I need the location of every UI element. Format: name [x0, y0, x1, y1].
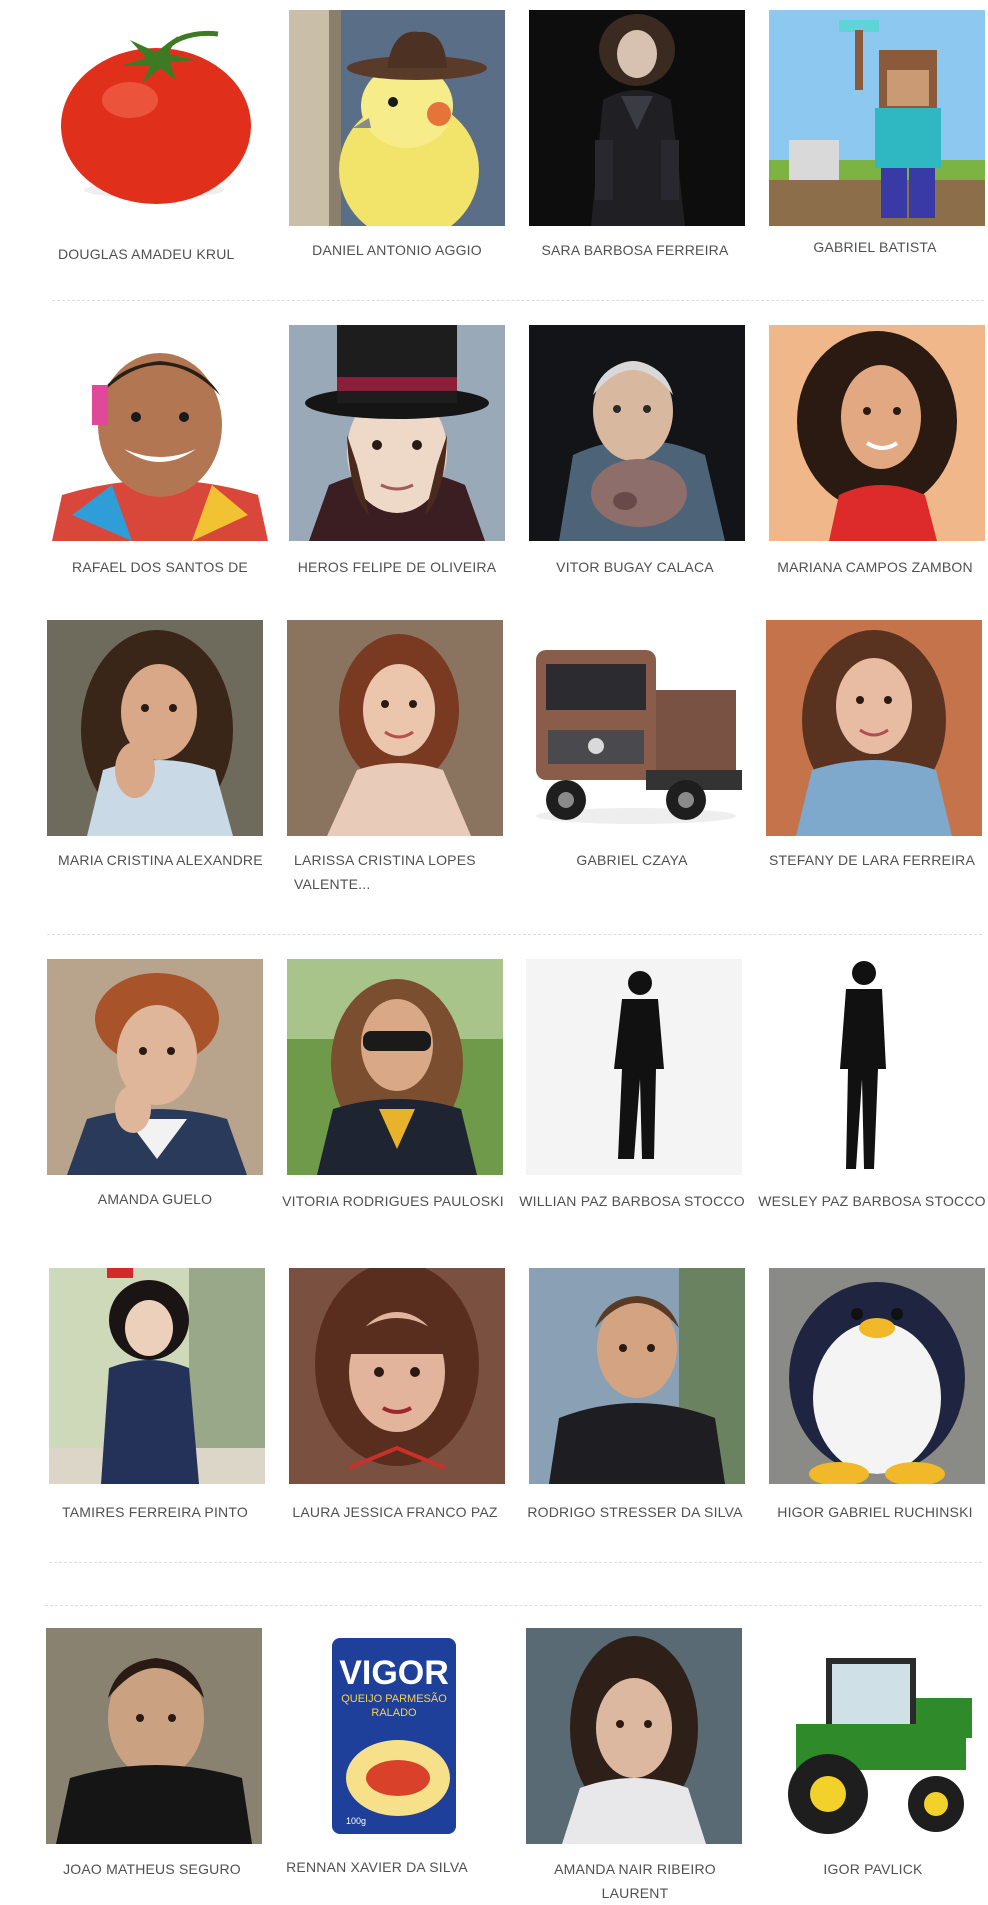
person-name[interactable]: SARA BARBOSA FERREIRA [520, 238, 750, 262]
cockatiel-with-hat-image[interactable] [289, 10, 505, 226]
vigor-line2-text: RALADO [371, 1707, 417, 1719]
smiling-man-colorful-shirt-image[interactable] [52, 325, 268, 541]
man-silhouette-walking-image[interactable] [766, 959, 982, 1175]
man-dark-shirt-portrait-image[interactable] [46, 1628, 262, 1844]
woman-dark-gown-image[interactable] [529, 10, 745, 226]
person-name[interactable]: WILLIAN PAZ BARBOSA STOCCO [517, 1189, 747, 1213]
vigor-parmesan-package-image[interactable]: VIGOR QUEIJO PARMESÃO RALADO 100g [286, 1628, 502, 1844]
truck-image[interactable] [526, 620, 742, 836]
person-name[interactable]: HEROS FELIPE DE OLIVEIRA [282, 555, 512, 579]
person-name[interactable]: LARISSA CRISTINA LOPES VALENTE... [294, 848, 494, 896]
older-woman-red-hair-image[interactable] [47, 959, 263, 1175]
person-name[interactable]: STEFANY DE LARA FERREIRA [757, 848, 987, 872]
person-name[interactable]: RODRIGO STRESSER DA SILVA [520, 1500, 750, 1524]
person-name[interactable]: TAMIRES FERREIRA PINTO [40, 1500, 270, 1524]
person-name[interactable]: JOAO MATHEUS SEGURO [37, 1857, 267, 1881]
person-name[interactable]: DANIEL ANTONIO AGGIO [282, 238, 512, 262]
woman-curly-hair-red-top-image[interactable] [769, 325, 985, 541]
girl-in-hallway-image[interactable] [49, 1268, 265, 1484]
woman-denim-jacket-image[interactable] [766, 620, 982, 836]
person-name[interactable]: GABRIEL BATISTA [760, 235, 988, 259]
young-woman-portrait-image[interactable] [526, 1628, 742, 1844]
person-name[interactable]: AMANDA NAIR RIBEIRO LAURENT [520, 1857, 750, 1905]
person-name[interactable]: AMANDA GUELO [40, 1187, 270, 1211]
row-divider [52, 300, 984, 301]
penguin-plush-image[interactable] [769, 1268, 985, 1484]
person-name[interactable]: MARIANA CAMPOS ZAMBON [760, 555, 988, 579]
row-divider [47, 934, 982, 935]
person-name[interactable]: HIGOR GABRIEL RUCHINSKI [760, 1500, 988, 1524]
older-man-with-pig-image[interactable] [529, 325, 745, 541]
woman-sunglasses-image[interactable] [287, 959, 503, 1175]
man-silhouette-image[interactable] [526, 959, 742, 1175]
person-name[interactable]: GABRIEL CZAYA [517, 848, 747, 872]
green-tractor-image[interactable] [766, 1628, 982, 1844]
person-name[interactable]: MARIA CRISTINA ALEXANDRE [58, 848, 290, 872]
person-name[interactable]: WESLEY PAZ BARBOSA STOCCO [757, 1189, 987, 1213]
person-name[interactable]: RENNAN XAVIER DA SILVA [262, 1855, 492, 1879]
person-name[interactable]: DOUGLAS AMADEU KRUL [58, 242, 288, 266]
vigor-brand-text: VIGOR [339, 1654, 449, 1692]
person-name[interactable]: RAFAEL DOS SANTOS DE [45, 555, 275, 579]
row-divider [49, 1562, 982, 1563]
person-name[interactable]: LAURA JESSICA FRANCO PAZ [280, 1500, 510, 1524]
woman-auburn-hair-image[interactable] [287, 620, 503, 836]
vigor-weight-text: 100g [346, 1816, 366, 1826]
man-top-hat-image[interactable] [289, 325, 505, 541]
young-man-dark-shirt-image[interactable] [529, 1268, 745, 1484]
minecraft-steve-image[interactable] [769, 10, 985, 226]
woman-bangs-portrait-image[interactable] [289, 1268, 505, 1484]
person-name[interactable]: VITORIA RODRIGUES PAULOSKI [278, 1189, 508, 1213]
vigor-line1-text: QUEIJO PARMESÃO [341, 1692, 447, 1705]
person-name[interactable]: IGOR PAVLICK [758, 1857, 988, 1881]
row-divider [45, 1605, 982, 1606]
woman-long-hair-portrait-image[interactable] [47, 620, 263, 836]
tomato-image[interactable] [50, 10, 266, 226]
person-name[interactable]: VITOR BUGAY CALACA [520, 555, 750, 579]
